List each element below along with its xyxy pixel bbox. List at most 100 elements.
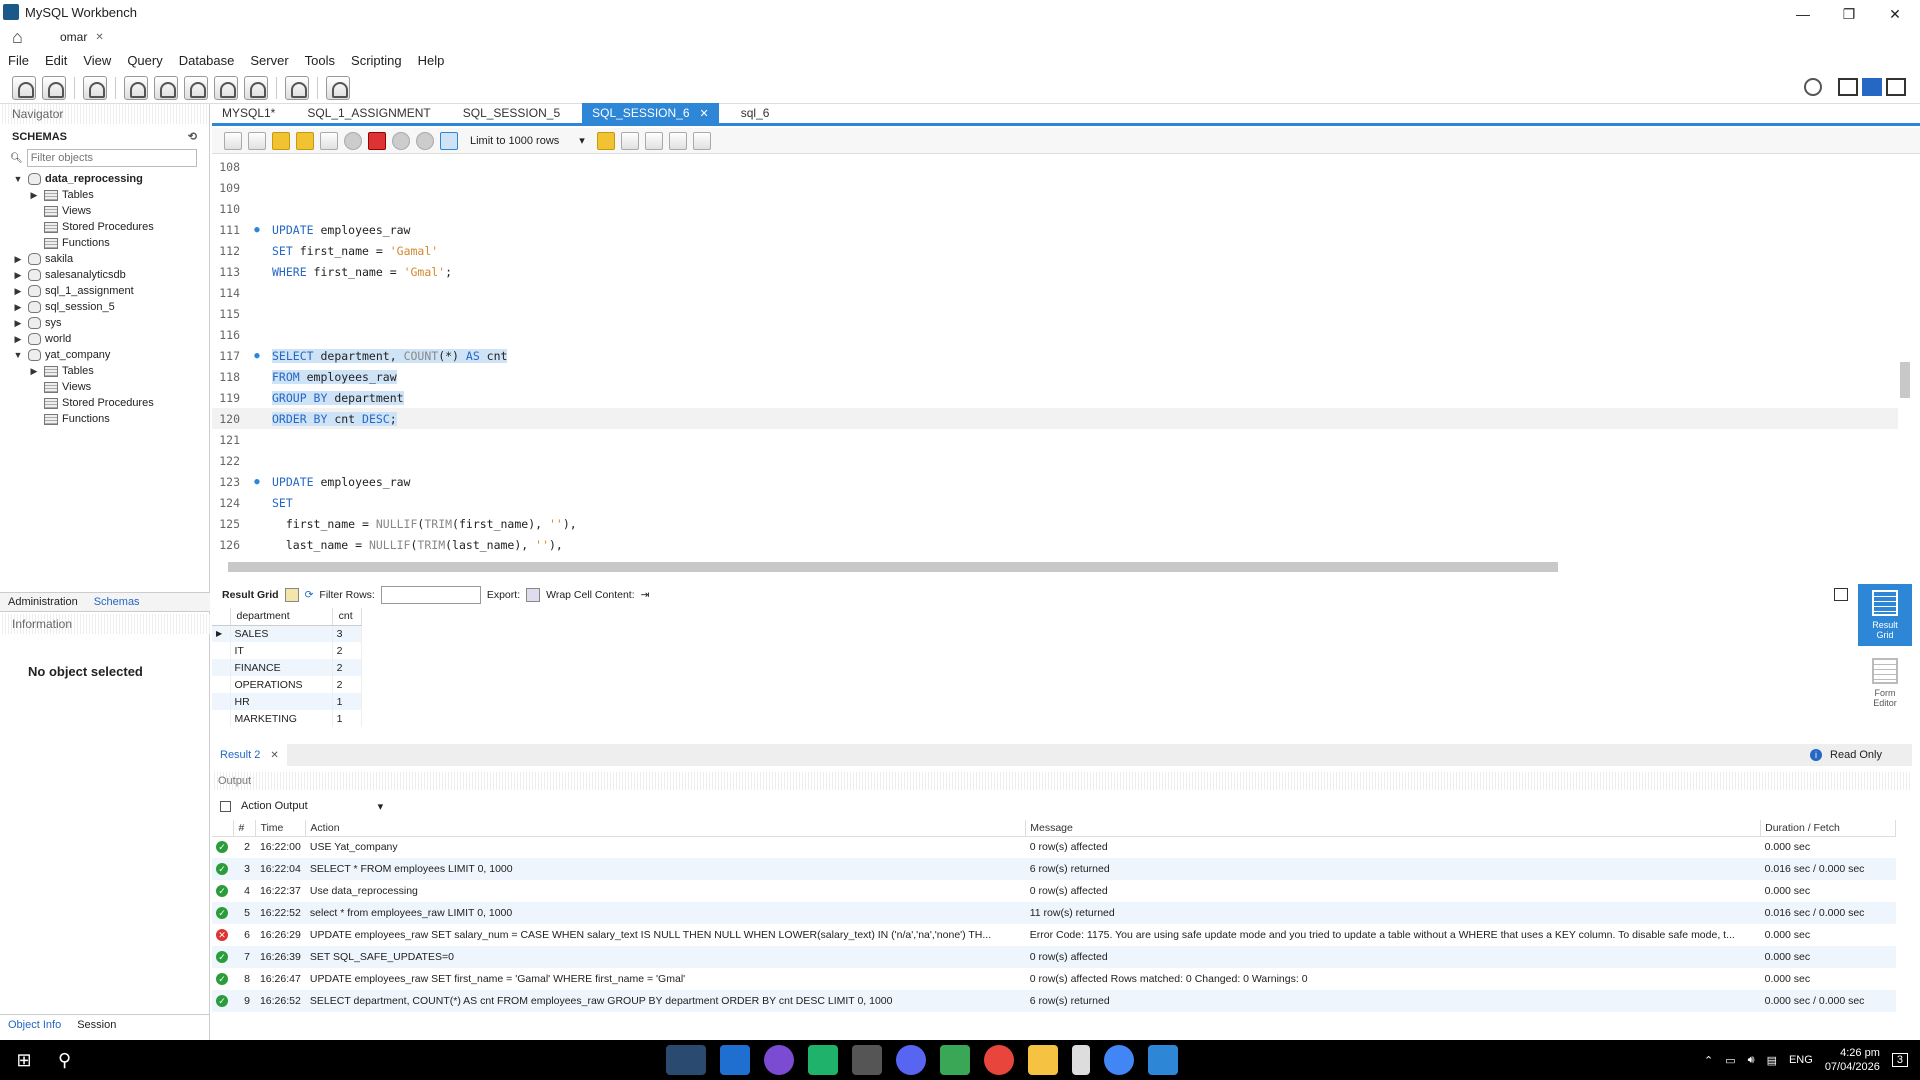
create-view-icon[interactable]	[184, 75, 208, 100]
network-icon[interactable]: ▤	[1767, 1054, 1777, 1067]
vscode-app-icon[interactable]	[720, 1045, 750, 1075]
editor-horizontal-scrollbar[interactable]	[212, 560, 1904, 574]
chevron-right-icon[interactable]: ▶	[12, 318, 24, 329]
tree-item-views[interactable]: Views	[0, 203, 209, 219]
stop-icon[interactable]	[344, 131, 362, 150]
filter-rows-input[interactable]	[380, 586, 481, 604]
column-header[interactable]: cnt	[332, 608, 363, 626]
scroll-thumb[interactable]	[1900, 362, 1910, 398]
commit-icon[interactable]	[392, 131, 410, 150]
menu-view[interactable]: View	[75, 53, 119, 68]
create-schema-icon[interactable]	[124, 75, 148, 100]
menu-tools[interactable]: Tools	[297, 53, 343, 68]
pycharm-app-icon[interactable]	[808, 1045, 838, 1075]
tree-item-sys[interactable]: ▶ sys	[0, 315, 209, 331]
toggle-output-icon[interactable]	[1862, 78, 1882, 96]
tab-sql-session-5[interactable]: SQL_SESSION_5	[453, 103, 570, 123]
battery-icon[interactable]: ▭	[1725, 1054, 1735, 1067]
tree-item-stored-procedures[interactable]: Stored Procedures	[0, 395, 209, 411]
tab-sql-1-assignment[interactable]: SQL_1_ASSIGNMENT	[297, 103, 440, 123]
close-icon[interactable]: ✕	[270, 750, 278, 761]
code-line[interactable]: 117 ● SELECT department, COUNT(*) AS cnt	[212, 345, 1904, 366]
invisible-chars-icon[interactable]	[668, 131, 687, 150]
tab-result-2[interactable]: Result 2 ✕	[212, 744, 287, 766]
chrome-app-icon[interactable]	[1104, 1045, 1134, 1075]
save-icon[interactable]	[248, 131, 266, 150]
code-line[interactable]: 112 SET first_name = 'Gamal'	[212, 240, 1904, 261]
inspector-icon[interactable]	[83, 75, 107, 100]
sql-editor[interactable]: 108 109 110 111 ● UPDATE employees_raw 112 SET …	[212, 156, 1904, 556]
grid-cell[interactable]: 1	[332, 710, 363, 727]
word-wrap-icon[interactable]	[692, 131, 711, 150]
code-line[interactable]: 122	[212, 450, 1904, 471]
tree-item-data-reprocessing[interactable]: ▼ data_reprocessing	[0, 171, 209, 187]
editor-vertical-scrollbar[interactable]	[1898, 156, 1912, 556]
tree-item-functions[interactable]: Functions	[0, 235, 209, 251]
beautify-icon[interactable]	[620, 131, 639, 150]
menu-query[interactable]: Query	[119, 53, 170, 68]
output-row[interactable]: ✕ 6 16:26:29 UPDATE employees_raw SET salar…	[212, 924, 1896, 946]
tab-session[interactable]: Session	[69, 1019, 124, 1031]
code-line[interactable]: 118 FROM employees_raw	[212, 366, 1904, 387]
menu-server[interactable]: Server	[242, 53, 296, 68]
scroll-thumb[interactable]	[228, 562, 1558, 572]
table-row[interactable]: MARKETING 1	[212, 710, 363, 727]
table-row[interactable]: ▶ SALES 3	[212, 625, 363, 642]
chrome-app-icon[interactable]	[984, 1045, 1014, 1075]
code-line[interactable]: 110	[212, 198, 1904, 219]
chevron-right-icon[interactable]: ▶	[12, 254, 24, 265]
grid-cell[interactable]: 2	[332, 676, 363, 693]
menu-scripting[interactable]: Scripting	[343, 53, 410, 68]
grid-cell[interactable]: IT	[230, 642, 333, 659]
mysql-workbench-app-icon[interactable]	[666, 1045, 706, 1075]
output-row[interactable]: ✓ 9 16:26:52 SELECT department, COUNT(*) AS…	[212, 990, 1896, 1012]
app-icon[interactable]	[764, 1045, 794, 1075]
code-line[interactable]: 116	[212, 324, 1904, 345]
table-row[interactable]: HR 1	[212, 693, 363, 710]
gear-icon[interactable]	[1804, 78, 1822, 96]
open-sql-script-icon[interactable]	[42, 75, 66, 100]
output-row[interactable]: ✓ 3 16:22:04 SELECT * FROM employees LIMIT …	[212, 858, 1896, 880]
execute-current-icon[interactable]	[296, 131, 314, 150]
tree-item-stored-procedures[interactable]: Stored Procedures	[0, 219, 209, 235]
new-sql-tab-icon[interactable]	[12, 75, 36, 100]
bookmark-icon[interactable]	[596, 131, 615, 150]
table-row[interactable]: IT 2	[212, 642, 363, 659]
explain-icon[interactable]	[320, 131, 338, 150]
code-line[interactable]: 123 ● UPDATE employees_raw	[212, 471, 1904, 492]
tree-item-sql-session-5[interactable]: ▶ sql_session_5	[0, 299, 209, 315]
output-row[interactable]: ✓ 4 16:22:37 Use data_reprocessing 0 row(s) …	[212, 880, 1896, 902]
app-icon[interactable]	[940, 1045, 970, 1075]
output-row[interactable]: ✓ 5 16:22:52 select * from employees_raw LI…	[212, 902, 1896, 924]
action-output-select[interactable]: Action Output ▾	[212, 796, 512, 816]
home-icon[interactable]: ⌂	[12, 28, 32, 46]
tab-sql-session-6[interactable]: SQL_SESSION_6 ✕	[582, 103, 719, 123]
code-line[interactable]: 108	[212, 156, 1904, 177]
chevron-right-icon[interactable]: ▶	[28, 366, 40, 377]
windows-start-icon[interactable]: ⊞	[0, 1050, 48, 1071]
chevron-right-icon[interactable]: ▶	[28, 190, 40, 201]
output-column-header[interactable]: Action	[305, 820, 1027, 837]
refresh-icon[interactable]: ⟳	[305, 589, 314, 601]
grid-cell[interactable]: OPERATIONS	[230, 676, 333, 693]
toggle-panel-icon[interactable]	[1834, 588, 1848, 601]
output-row[interactable]: ✓ 2 16:22:00 USE Yat_company 0 row(s) affect…	[212, 836, 1896, 858]
grid-cell[interactable]: 2	[332, 659, 363, 676]
code-line[interactable]: 109	[212, 177, 1904, 198]
code-line[interactable]: 114	[212, 282, 1904, 303]
chevron-right-icon[interactable]: ▶	[12, 302, 24, 313]
output-column-header[interactable]: Time	[255, 820, 307, 837]
copy-icon[interactable]	[220, 800, 231, 812]
filter-objects-input[interactable]	[26, 149, 197, 167]
chevron-right-icon[interactable]: ▶	[12, 286, 24, 297]
menu-file[interactable]: File	[0, 53, 37, 68]
grid-cell[interactable]: 1	[332, 693, 363, 710]
menu-database[interactable]: Database	[171, 53, 243, 68]
tree-item-tables[interactable]: ▶ Tables	[0, 187, 209, 203]
tab-schemas[interactable]: Schemas	[86, 596, 148, 608]
tree-item-tables[interactable]: ▶ Tables	[0, 363, 209, 379]
language-indicator[interactable]: ENG	[1789, 1054, 1813, 1066]
autocommit-icon[interactable]	[440, 131, 458, 150]
tree-item-salesanalyticsdb[interactable]: ▶ salesanalyticsdb	[0, 267, 209, 283]
chevron-up-icon[interactable]: ⌃	[1704, 1054, 1713, 1067]
